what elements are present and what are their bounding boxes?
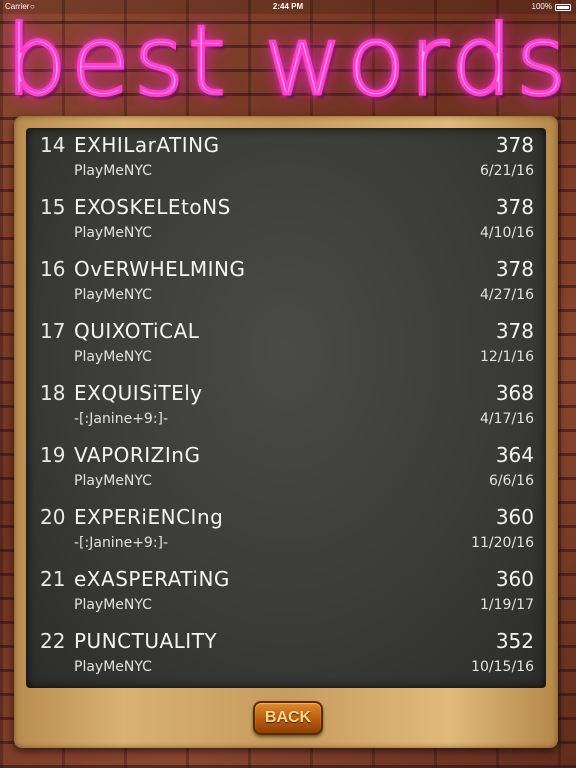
table-row: 18 EXQUISiTEly 368 -[:Janine+9:]- 4/17/1… xyxy=(26,376,546,438)
row-player: PlayMeNYC xyxy=(74,225,152,241)
row-score: 378 xyxy=(495,133,534,157)
row-score: 378 xyxy=(495,257,534,281)
row-date: 4/10/16 xyxy=(480,225,534,241)
row-date: 6/21/16 xyxy=(480,163,534,179)
row-word: EXHILarATING xyxy=(74,133,220,157)
row-rank: 15 xyxy=(40,195,66,219)
row-date: 10/15/16 xyxy=(471,659,534,675)
row-word: EXQUISiTEly xyxy=(74,381,203,405)
row-date: 12/1/16 xyxy=(480,349,534,365)
row-word: eXASPERATiNG xyxy=(74,567,230,591)
row-player: PlayMeNYC xyxy=(74,659,152,675)
table-row: 21 eXASPERATiNG 360 PlayMeNYC 1/19/17 xyxy=(26,562,546,624)
table-row: 16 OvERWHELMING 378 PlayMeNYC 4/27/16 xyxy=(26,252,546,314)
row-score: 378 xyxy=(495,195,534,219)
row-score: 378 xyxy=(495,319,534,343)
row-rank: 22 xyxy=(40,629,66,653)
table-row: 19 VAPORIZInG 364 PlayMeNYC 6/6/16 xyxy=(26,438,546,500)
row-score: 360 xyxy=(495,505,534,529)
row-score: 368 xyxy=(495,381,534,405)
row-word: OvERWHELMING xyxy=(74,257,246,281)
row-player: PlayMeNYC xyxy=(74,597,152,613)
row-score: 352 xyxy=(495,629,534,653)
row-word: QUIXOTiCAL xyxy=(74,319,200,343)
page-title: best words xyxy=(4,5,571,118)
row-date: 1/19/17 xyxy=(480,597,534,613)
leaderboard-board: 14 EXHILarATING 378 PlayMeNYC 6/21/16 15… xyxy=(26,128,546,688)
row-score: 360 xyxy=(495,567,534,591)
row-date: 6/6/16 xyxy=(488,473,534,489)
row-player: PlayMeNYC xyxy=(74,473,152,489)
row-rank: 21 xyxy=(40,567,66,591)
row-word: PUNCTUALITY xyxy=(74,629,218,653)
row-rank: 14 xyxy=(40,133,66,157)
row-rank: 19 xyxy=(40,443,66,467)
table-row: 17 QUIXOTiCAL 378 PlayMeNYC 12/1/16 xyxy=(26,314,546,376)
row-rank: 17 xyxy=(40,319,66,343)
row-player: -[:Janine+9:]- xyxy=(74,411,169,427)
table-row: 22 PUNCTUALITY 352 PlayMeNYC 10/15/16 xyxy=(26,624,546,686)
table-row: 15 EXOSKELEtoNS 378 PlayMeNYC 4/10/16 xyxy=(26,190,546,252)
row-word: EXOSKELEtoNS xyxy=(74,195,231,219)
back-button[interactable]: BACK xyxy=(253,701,323,735)
row-rank: 16 xyxy=(40,257,66,281)
table-row: 20 EXPERiENCIng 360 -[:Janine+9:]- 11/20… xyxy=(26,500,546,562)
row-player: PlayMeNYC xyxy=(74,163,152,179)
row-player: -[:Janine+9:]- xyxy=(74,535,169,551)
table-row: 14 EXHILarATING 378 PlayMeNYC 6/21/16 xyxy=(26,128,546,190)
row-player: PlayMeNYC xyxy=(74,287,152,303)
row-player: PlayMeNYC xyxy=(74,349,152,365)
row-date: 4/17/16 xyxy=(480,411,534,427)
row-rank: 20 xyxy=(40,505,66,529)
row-date: 4/27/16 xyxy=(480,287,534,303)
row-score: 364 xyxy=(495,443,534,467)
row-word: EXPERiENCIng xyxy=(74,505,224,529)
row-date: 11/20/16 xyxy=(471,535,534,551)
row-rank: 18 xyxy=(40,381,66,405)
row-word: VAPORIZInG xyxy=(74,443,201,467)
